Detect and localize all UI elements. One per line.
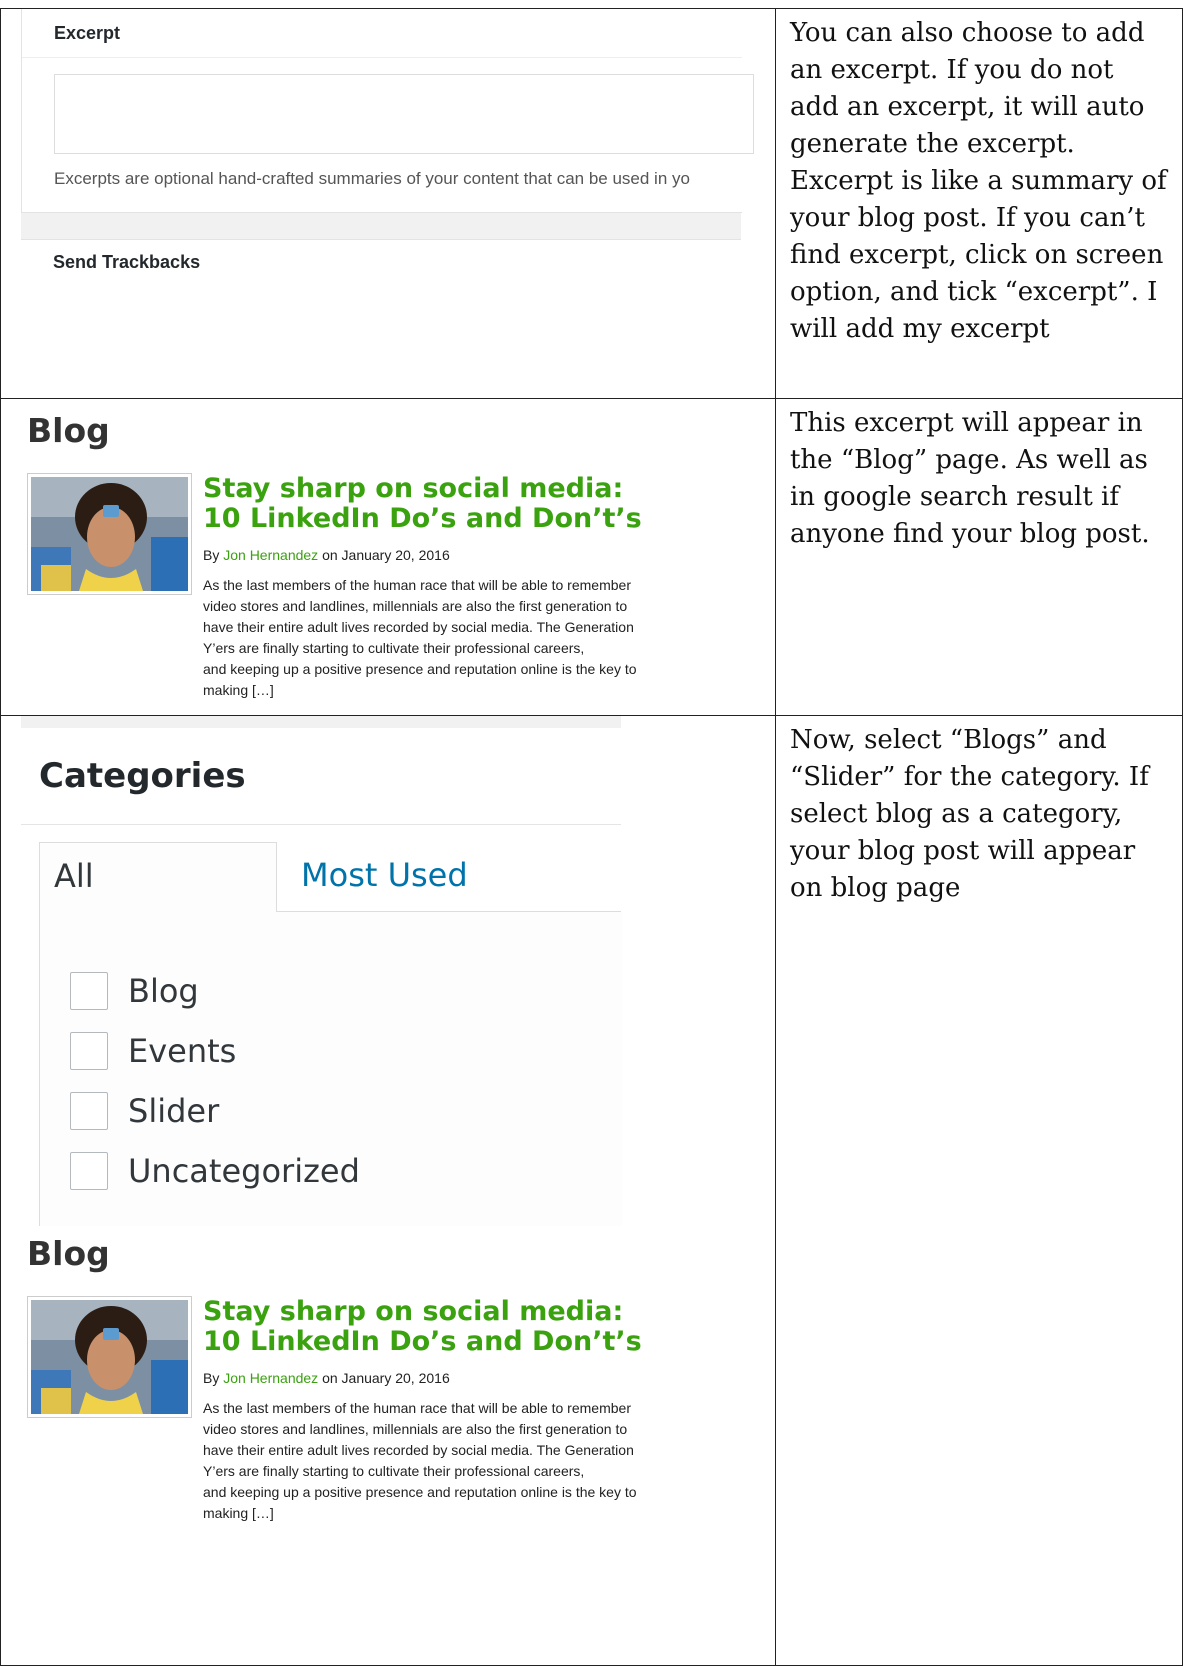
instruction-table: Excerpt Excerpts are optional hand-craft… bbox=[0, 8, 1184, 1666]
checkbox[interactable] bbox=[70, 972, 108, 1010]
panel-top-band bbox=[21, 716, 621, 728]
excerpt-metabox: Excerpt Excerpts are optional hand-craft… bbox=[21, 9, 754, 290]
post-excerpt-line: have their entire adult lives recorded b… bbox=[203, 619, 634, 635]
divider bbox=[21, 824, 621, 825]
excerpt-help-text: Excerpts are optional hand-crafted summa… bbox=[54, 169, 690, 188]
category-item-uncategorized[interactable]: Uncategorized bbox=[70, 1148, 360, 1194]
categories-title: Categories bbox=[39, 756, 246, 796]
cell-blog-note: This excerpt will appear in the “Blog” p… bbox=[774, 398, 1184, 716]
post-title-link[interactable]: Stay sharp on social media: 10 LinkedIn … bbox=[203, 1297, 663, 1357]
post-meta-by: By bbox=[203, 547, 224, 563]
divider bbox=[22, 57, 742, 58]
post-excerpt-line: Y’ers are finally starting to cultivate … bbox=[203, 1463, 585, 1479]
tab-all-categories[interactable]: All Categories bbox=[39, 842, 277, 961]
post-author-link[interactable]: Jon Hernandez bbox=[223, 1370, 318, 1386]
instruction-note: This excerpt will appear in the “Blog” p… bbox=[789, 408, 1150, 549]
instruction-note: Now, select “Blogs” and “Slider” for the… bbox=[789, 725, 1149, 903]
categories-metabox: Categories All Categories Most Used Blog… bbox=[21, 716, 622, 1226]
cell-excerpt-screenshot: Excerpt Excerpts are optional hand-craft… bbox=[0, 8, 776, 399]
blog-heading: Blog bbox=[27, 411, 110, 450]
category-label: Blog bbox=[128, 972, 199, 1010]
checkbox[interactable] bbox=[70, 1032, 108, 1070]
post-thumbnail[interactable] bbox=[27, 473, 192, 595]
post-excerpt-line: video stores and landlines, millennials … bbox=[203, 598, 628, 614]
post-excerpt-line: making […] bbox=[203, 1505, 274, 1521]
post-meta: By Jon Hernandez on January 20, 2016 bbox=[203, 1370, 450, 1386]
post-date: on January 20, 2016 bbox=[318, 1370, 450, 1386]
trackbacks-metabox: Send Trackbacks bbox=[21, 239, 741, 290]
blog-heading: Blog bbox=[27, 1234, 110, 1273]
post-thumbnail-image bbox=[31, 1300, 188, 1414]
post-excerpt-line: and keeping up a positive presence and r… bbox=[203, 1484, 637, 1500]
category-item-blog[interactable]: Blog bbox=[70, 968, 199, 1014]
category-item-slider[interactable]: Slider bbox=[70, 1088, 219, 1134]
post-title-link[interactable]: Stay sharp on social media: 10 LinkedIn … bbox=[203, 474, 663, 534]
post-thumbnail-image bbox=[31, 477, 188, 591]
post-author-link[interactable]: Jon Hernandez bbox=[223, 547, 318, 563]
excerpt-title: Excerpt bbox=[54, 23, 121, 43]
category-label: Uncategorized bbox=[128, 1152, 360, 1190]
trackbacks-title[interactable]: Send Trackbacks bbox=[53, 252, 200, 273]
excerpt-textarea[interactable] bbox=[54, 74, 754, 154]
cell-categories-screenshot: Categories All Categories Most Used Blog… bbox=[0, 715, 776, 1666]
post-excerpt-line: have their entire adult lives recorded b… bbox=[203, 1442, 634, 1458]
instruction-note: You can also choose to add an excerpt. I… bbox=[789, 18, 1167, 344]
post-excerpt-line: Y’ers are finally starting to cultivate … bbox=[203, 640, 585, 656]
cell-categories-note: Now, select “Blogs” and “Slider” for the… bbox=[774, 715, 1184, 1666]
category-label: Slider bbox=[128, 1092, 220, 1130]
checkbox[interactable] bbox=[70, 1092, 108, 1130]
post-thumbnail[interactable] bbox=[27, 1296, 192, 1418]
post-excerpt: As the last members of the human race th… bbox=[203, 1398, 703, 1524]
post-excerpt-line: video stores and landlines, millennials … bbox=[203, 1421, 628, 1437]
post-excerpt-line: making […] bbox=[203, 682, 274, 698]
excerpt-box: Excerpt Excerpts are optional hand-craft… bbox=[21, 9, 754, 213]
category-tabs: All Categories Most Used bbox=[39, 842, 621, 961]
tab-most-used[interactable]: Most Used bbox=[287, 842, 482, 912]
row-excerpt: Excerpt Excerpts are optional hand-craft… bbox=[0, 8, 1184, 399]
category-label: Events bbox=[128, 1032, 237, 1070]
post-excerpt-line: and keeping up a positive presence and r… bbox=[203, 661, 637, 677]
category-item-events[interactable]: Events bbox=[70, 1028, 236, 1074]
post-excerpt-line: As the last members of the human race th… bbox=[203, 1400, 631, 1416]
cell-excerpt-note: You can also choose to add an excerpt. I… bbox=[774, 8, 1184, 399]
post-meta-by: By bbox=[203, 1370, 224, 1386]
post-excerpt: As the last members of the human race th… bbox=[203, 575, 703, 701]
row-categories: Categories All Categories Most Used Blog… bbox=[0, 715, 1184, 1666]
cell-blog-screenshot: Blog Stay sharp on social media: 10 Link… bbox=[0, 398, 776, 716]
post-meta: By Jon Hernandez on January 20, 2016 bbox=[203, 547, 450, 563]
category-checklist: Blog Events Slider Uncategorized bbox=[39, 912, 622, 1226]
post-excerpt-line: As the last members of the human race th… bbox=[203, 577, 631, 593]
row-blog-preview: Blog Stay sharp on social media: 10 Link… bbox=[0, 398, 1184, 716]
checkbox[interactable] bbox=[70, 1152, 108, 1190]
post-date: on January 20, 2016 bbox=[318, 547, 450, 563]
